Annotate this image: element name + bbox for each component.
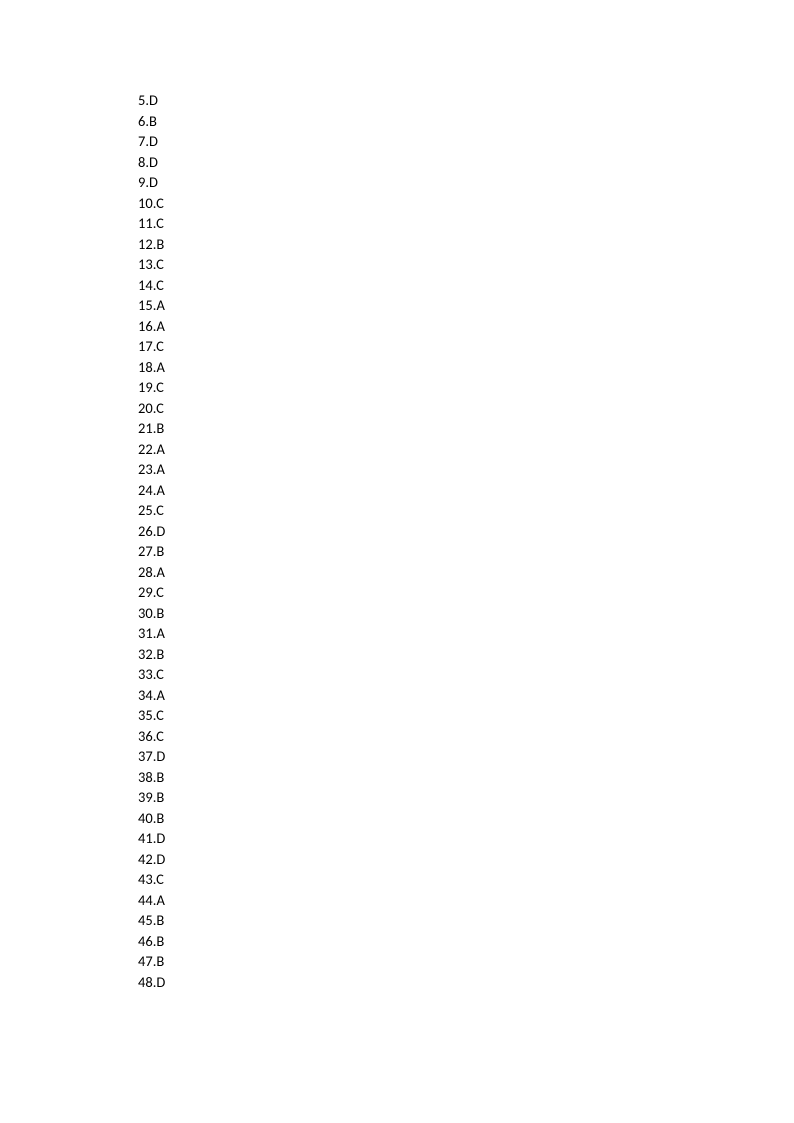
answer-item: 9.D [138, 172, 794, 193]
answer-item: 5.D [138, 90, 794, 111]
answer-item: 15.A [138, 295, 794, 316]
answer-item: 38.B [138, 767, 794, 788]
answer-item: 33.C [138, 664, 794, 685]
answer-item: 22.A [138, 439, 794, 460]
answer-item: 42.D [138, 849, 794, 870]
answer-item: 20.C [138, 398, 794, 419]
answer-item: 40.B [138, 808, 794, 829]
answer-item: 45.B [138, 910, 794, 931]
answer-item: 36.C [138, 726, 794, 747]
answer-item: 7.D [138, 131, 794, 152]
answer-item: 19.C [138, 377, 794, 398]
answer-item: 11.C [138, 213, 794, 234]
answer-item: 43.C [138, 869, 794, 890]
answer-item: 8.D [138, 152, 794, 173]
answer-item: 24.A [138, 480, 794, 501]
answer-item: 10.C [138, 193, 794, 214]
answer-item: 23.A [138, 459, 794, 480]
answer-item: 37.D [138, 746, 794, 767]
answer-item: 47.B [138, 951, 794, 972]
answer-item: 30.B [138, 603, 794, 624]
answer-item: 28.A [138, 562, 794, 583]
answer-item: 39.B [138, 787, 794, 808]
answer-item: 6.B [138, 111, 794, 132]
answer-item: 17.C [138, 336, 794, 357]
answer-item: 21.B [138, 418, 794, 439]
answer-item: 34.A [138, 685, 794, 706]
answer-item: 35.C [138, 705, 794, 726]
answer-item: 14.C [138, 275, 794, 296]
answer-item: 18.A [138, 357, 794, 378]
answer-item: 26.D [138, 521, 794, 542]
answer-item: 32.B [138, 644, 794, 665]
answer-list: 5.D6.B7.D8.D9.D10.C11.C12.B13.C14.C15.A1… [138, 90, 794, 992]
answer-item: 29.C [138, 582, 794, 603]
answer-item: 27.B [138, 541, 794, 562]
answer-item: 48.D [138, 972, 794, 993]
answer-item: 41.D [138, 828, 794, 849]
answer-item: 31.A [138, 623, 794, 644]
answer-item: 25.C [138, 500, 794, 521]
answer-item: 13.C [138, 254, 794, 275]
answer-item: 44.A [138, 890, 794, 911]
answer-item: 12.B [138, 234, 794, 255]
answer-item: 46.B [138, 931, 794, 952]
answer-item: 16.A [138, 316, 794, 337]
